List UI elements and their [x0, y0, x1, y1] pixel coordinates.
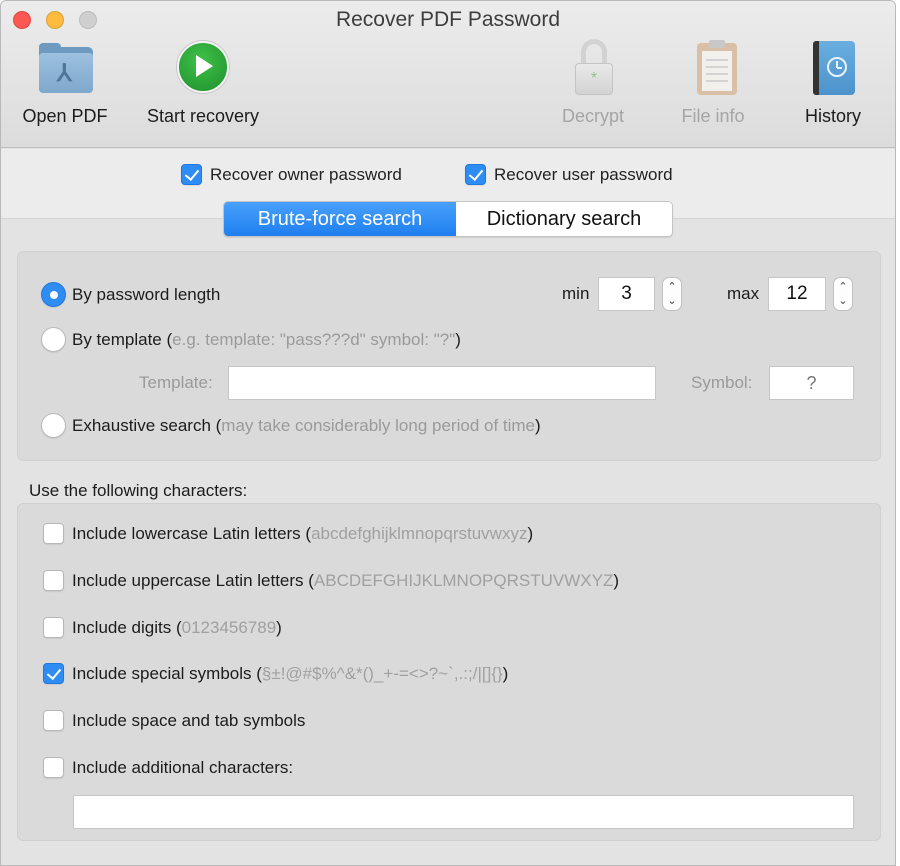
history-button[interactable]: History — [793, 39, 873, 135]
special-symbols-set: §±!@#$%^&*()_+-=<>?~`,.:;/|[]{} — [261, 663, 503, 683]
file-info-button[interactable]: File info — [671, 39, 755, 135]
stepper-up-icon[interactable]: ⌃ — [663, 280, 681, 294]
by-template-hint: e.g. template: "pass???d" symbol: "?" — [172, 329, 456, 349]
checkbox-unchecked[interactable] — [43, 570, 64, 591]
include-uppercase-label: Include uppercase Latin letters ( — [72, 570, 314, 590]
radio-unselected[interactable] — [41, 413, 66, 438]
folder-pdf-icon: ⅄ — [35, 39, 95, 97]
start-recovery-button[interactable]: Start recovery — [137, 39, 269, 135]
unlock-icon: * — [563, 39, 623, 97]
min-length-stepper[interactable]: ⌃ ⌄ — [662, 277, 682, 311]
lowercase-set: abcdefghijklmnopqrstuvwxyz — [311, 523, 528, 543]
history-label: History — [804, 106, 861, 126]
app-window: Recover PDF Password ⅄ Open PDF Start re… — [0, 0, 896, 866]
by-template-label: By template ( — [72, 329, 173, 349]
exhaustive-search-close-paren: ) — [535, 415, 541, 435]
radio-unselected[interactable] — [41, 327, 66, 352]
template-input[interactable] — [228, 366, 656, 400]
include-digits-label: Include digits ( — [72, 617, 182, 637]
stepper-down-icon[interactable]: ⌄ — [663, 294, 681, 308]
clock-icon — [827, 57, 847, 77]
close-paren: ) — [613, 570, 620, 590]
include-digits-checkbox[interactable]: Include digits (0123456789) — [43, 617, 282, 638]
uppercase-set: ABCDEFGHIJKLMNOPQRSTUVWXYZ — [313, 570, 614, 590]
exhaustive-search-label: Exhaustive search ( — [72, 415, 222, 435]
include-lowercase-checkbox[interactable]: Include lowercase Latin letters (abcdefg… — [43, 523, 533, 544]
min-length-label: min — [562, 284, 590, 303]
include-additional-checkbox[interactable]: Include additional characters: — [43, 757, 293, 778]
by-template-close-paren: ) — [455, 329, 461, 349]
close-paren: ) — [502, 663, 509, 683]
include-special-symbols-label: Include special symbols ( — [72, 663, 262, 683]
max-length-stepper[interactable]: ⌃ ⌄ — [833, 277, 853, 311]
symbol-field-label: Symbol: — [691, 373, 753, 392]
include-space-tab-checkbox[interactable]: Include space and tab symbols — [43, 710, 305, 731]
include-additional-label: Include additional characters: — [72, 757, 294, 777]
checkbox-unchecked[interactable] — [43, 710, 64, 731]
symbol-input[interactable]: ? — [769, 366, 854, 400]
open-pdf-button[interactable]: ⅄ Open PDF — [13, 39, 117, 135]
max-length-label: max — [727, 284, 760, 303]
history-book-icon — [803, 39, 863, 97]
include-special-symbols-checkbox[interactable]: Include special symbols (§±!@#$%^&*()_+-… — [43, 663, 508, 684]
decrypt-label: Decrypt — [561, 106, 624, 126]
include-uppercase-checkbox[interactable]: Include uppercase Latin letters (ABCDEFG… — [43, 570, 619, 591]
max-length-input[interactable]: 12 — [768, 277, 826, 311]
open-pdf-label: Open PDF — [22, 106, 108, 126]
recover-user-password-checkbox[interactable]: Recover user password — [465, 164, 673, 185]
radio-selected[interactable] — [41, 282, 66, 307]
additional-characters-input[interactable] — [73, 795, 854, 829]
tab-brute-force-search[interactable]: Brute-force search — [224, 202, 456, 236]
decrypt-button[interactable]: * Decrypt — [551, 39, 635, 135]
digits-set: 0123456789 — [181, 617, 277, 637]
checkbox-checked[interactable] — [465, 164, 486, 185]
play-icon — [173, 39, 233, 97]
include-lowercase-label: Include lowercase Latin letters ( — [72, 523, 312, 543]
stepper-down-icon[interactable]: ⌄ — [834, 294, 852, 308]
checkbox-unchecked[interactable] — [43, 617, 64, 638]
recover-owner-password-checkbox[interactable]: Recover owner password — [181, 164, 402, 185]
exhaustive-search-radio[interactable]: Exhaustive search ( may take considerabl… — [41, 413, 541, 438]
window-title: Recover PDF Password — [335, 8, 561, 31]
by-template-radio[interactable]: By template ( e.g. template: "pass???d" … — [41, 327, 461, 352]
checkbox-checked[interactable] — [181, 164, 202, 185]
file-info-label: File info — [681, 106, 745, 126]
characters-section-title: Use the following characters: — [29, 481, 248, 500]
include-space-tab-label: Include space and tab symbols — [72, 710, 306, 730]
start-recovery-label: Start recovery — [146, 106, 260, 126]
by-password-length-label: By password length — [72, 284, 221, 304]
template-field-label: Template: — [139, 373, 213, 392]
exhaustive-search-hint: may take considerably long period of tim… — [221, 415, 536, 435]
search-mode-tabs: Brute-force search Dictionary search — [223, 201, 673, 237]
close-paren: ) — [276, 617, 282, 637]
recover-owner-password-label: Recover owner password — [210, 164, 402, 184]
title-toolbar: Recover PDF Password ⅄ Open PDF Start re… — [1, 1, 895, 148]
clipboard-icon — [683, 39, 743, 97]
min-length-input[interactable]: 3 — [598, 277, 655, 311]
close-paren: ) — [527, 523, 534, 543]
recover-user-password-label: Recover user password — [494, 164, 673, 184]
stepper-up-icon[interactable]: ⌃ — [834, 280, 852, 294]
checkbox-checked[interactable] — [43, 663, 64, 684]
checkbox-unchecked[interactable] — [43, 523, 64, 544]
tab-dictionary-search[interactable]: Dictionary search — [456, 202, 672, 236]
by-password-length-radio[interactable]: By password length — [41, 282, 220, 307]
checkbox-unchecked[interactable] — [43, 757, 64, 778]
